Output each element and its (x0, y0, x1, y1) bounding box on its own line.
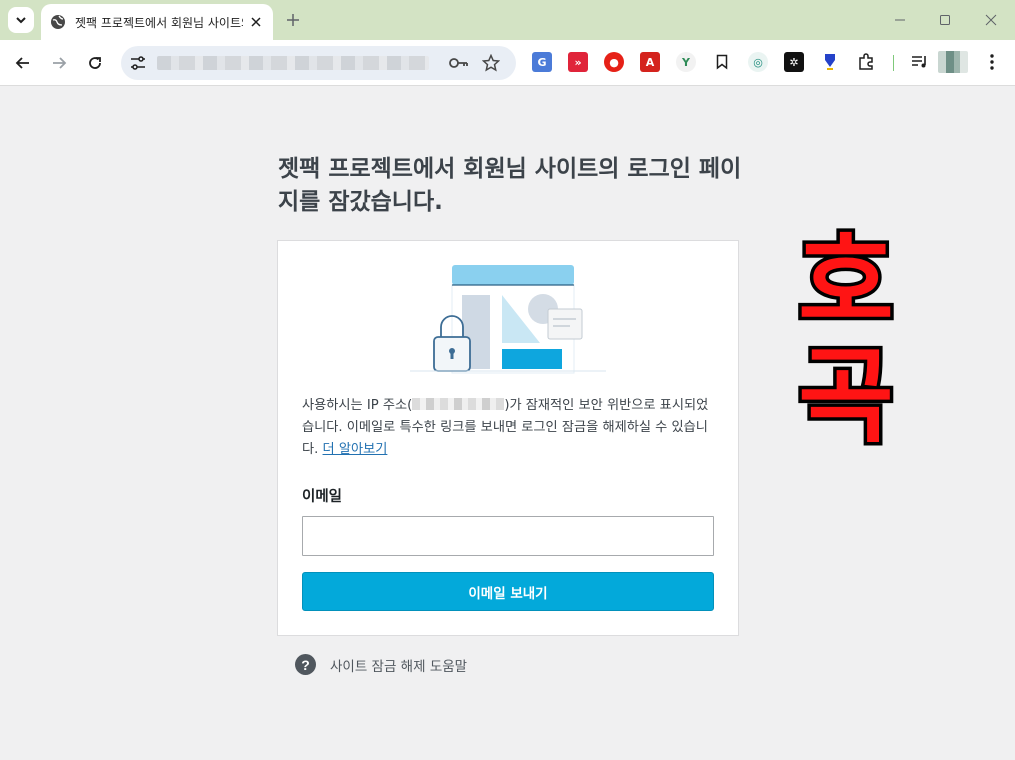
toolbar-divider (893, 55, 894, 71)
video-speed-icon[interactable]: » (568, 52, 588, 72)
email-label: 이메일 (302, 489, 343, 505)
help-link-row[interactable]: ? 사이트 잠금 해제 도움말 (295, 654, 467, 675)
address-bar[interactable] (121, 46, 516, 80)
overlay-line-1: 호 (798, 221, 894, 343)
minimize-icon (895, 19, 905, 21)
leaf-icon[interactable]: Y (676, 52, 696, 72)
minimize-button[interactable] (888, 8, 912, 32)
tab-close-icon[interactable] (247, 13, 265, 31)
redacted-ip (412, 398, 505, 410)
plus-icon (287, 14, 299, 26)
forward-icon (53, 57, 67, 69)
globe-icon (49, 13, 67, 31)
learn-more-link[interactable]: 더 알아보기 (323, 442, 388, 457)
question-icon: ? (295, 654, 316, 675)
title-bar: 젯팩 프로젝트에서 회원님 사이트의 로그인 페이지를 잠갔습니다. (0, 0, 1015, 40)
menu-dots-icon[interactable] (982, 52, 1002, 72)
bookmark-icon[interactable] (712, 52, 732, 72)
password-key-icon[interactable] (449, 55, 469, 71)
vpn-icon[interactable]: ◎ (748, 52, 768, 72)
extensions-puzzle-icon[interactable] (856, 52, 876, 72)
bookmark-star-icon[interactable] (482, 54, 500, 72)
reload-icon (89, 57, 101, 69)
back-button[interactable] (10, 50, 36, 76)
browser-toolbar: G » ● A Y ◎ ✲ (0, 40, 1015, 86)
ai-icon[interactable]: ✲ (784, 52, 804, 72)
new-tab-button[interactable] (282, 9, 304, 31)
tab-search-button[interactable] (8, 7, 34, 33)
chevron-down-icon (16, 17, 26, 24)
overlay-line-2: 곡 (798, 335, 894, 446)
lockout-card: 사용하시는 IP 주소()가 잠재적인 보안 위반으로 표시되었습니다. 이메일… (277, 240, 739, 636)
locked-site-illustration (410, 265, 606, 374)
pdf-icon[interactable]: A (640, 52, 660, 72)
ad-block-icon[interactable]: ● (604, 52, 624, 72)
active-tab[interactable]: 젯팩 프로젝트에서 회원님 사이트의 로그인 페이지를 잠갔습니다. (41, 4, 273, 40)
lockout-message: 사용하시는 IP 주소()가 잠재적인 보안 위반으로 표시되었습니다. 이메일… (302, 395, 718, 461)
tab-title: 젯팩 프로젝트에서 회원님 사이트의 로그인 페이지를 잠갔습니다. (75, 15, 243, 30)
reload-button[interactable] (82, 50, 108, 76)
site-settings-icon[interactable] (129, 54, 147, 72)
maximize-icon (940, 15, 950, 25)
reading-list-icon[interactable] (910, 52, 930, 72)
overlay-caption: 호 곡 (795, 218, 898, 447)
forward-button[interactable] (46, 50, 72, 76)
url-text-redacted (157, 56, 429, 70)
close-icon (985, 14, 997, 26)
page-heading: 젯팩 프로젝트에서 회원님 사이트의 로그인 페이지를 잠갔습니다. (278, 156, 742, 215)
profile-avatar-icon[interactable] (938, 51, 968, 73)
translate-icon[interactable]: G (532, 52, 552, 72)
email-field[interactable] (302, 516, 714, 556)
message-text-start: 사용하시는 IP 주소( (302, 398, 413, 413)
help-link[interactable]: 사이트 잠금 해제 도움말 (330, 655, 467, 675)
send-email-button[interactable]: 이메일 보내기 (302, 572, 714, 611)
maximize-button[interactable] (933, 8, 957, 32)
back-icon (15, 57, 29, 69)
close-window-button[interactable] (979, 8, 1003, 32)
download-arrow-icon[interactable] (820, 52, 840, 72)
